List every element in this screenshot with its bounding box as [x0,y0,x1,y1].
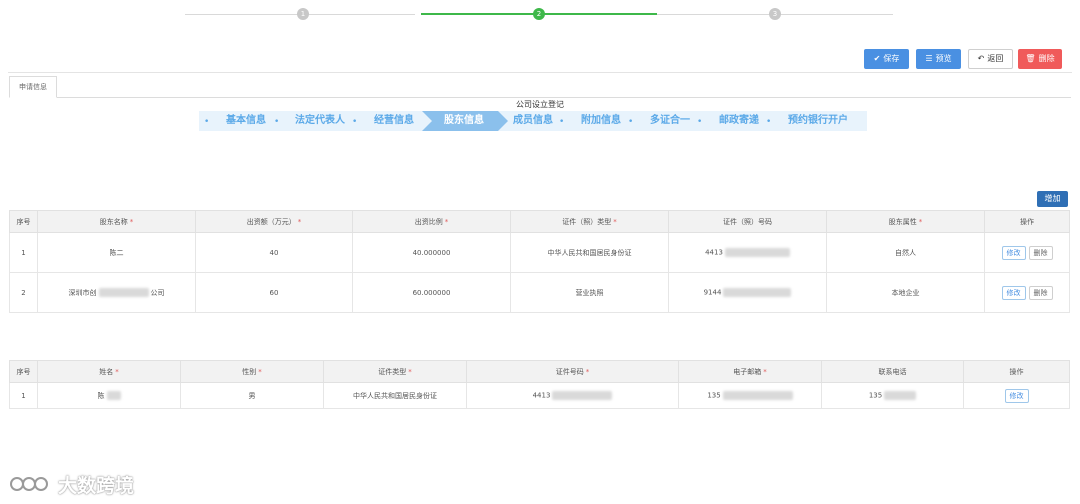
column-header: 电子邮箱 * [678,360,822,383]
process-separator: • [766,117,772,127]
cell-attr: 本地企业 [826,272,985,313]
table-header-row: 序号 股东名称 * 出资额（万元） * 出资比例 * 证件（照）类型 * 证件（照）号码… [9,210,1070,233]
preview-button[interactable]: ☰ 预览 [916,49,961,69]
cell-ratio: 40.000000 [352,232,511,273]
process-separator: • [628,117,634,127]
process-separator: • [559,117,565,127]
cell-name: 陈二 [37,232,196,273]
members-table: 序号 姓名 * 性别 * 证件类型 * 证件号码 * 电子邮箱 * 联系电话 操作 1 陈… [9,360,1070,409]
redacted-mask [722,391,793,400]
column-header: 证件类型 * [323,360,467,383]
cell-no: 2 [9,272,38,313]
cell-actions: 修改 [963,382,1070,409]
column-header: 性别 * [180,360,324,383]
cell-no: 1 [9,232,38,273]
cell-id-no: 4413 [668,232,827,273]
undo-icon: ↶ [977,54,985,63]
column-header: 出资比例 * [352,210,511,233]
redacted-mask [98,288,149,297]
cell-id-no: 4413 [466,382,679,409]
progress-stepper: 1 2 3 [0,0,1080,30]
trash-icon: 🗑 [1025,54,1036,63]
back-button[interactable]: ↶ 返回 [968,49,1013,69]
column-header: 股东名称 * [37,210,196,233]
process-item-business[interactable]: 经营信息 [374,111,414,131]
process-item-additional[interactable]: 附加信息 [581,111,621,131]
cell-no: 1 [9,382,38,409]
cell-actions: 修改 删除 [984,272,1070,313]
column-header: 序号 [9,210,38,233]
cell-id-type: 中华人民共和国居民身份证 [510,232,669,273]
edit-button[interactable]: 修改 [1001,285,1026,300]
step-3-dot: 3 [769,8,781,20]
shareholders-table: 序号 股东名称 * 出资额（万元） * 出资比例 * 证件（照）类型 * 证件（照）号码… [9,210,1070,313]
delete-button[interactable]: 🗑 删除 [1018,49,1062,69]
watermark-logo-icon [10,477,48,491]
process-separator: • [697,117,703,127]
process-separator: • [274,117,280,127]
cell-gender: 男 [180,382,324,409]
cell-email: 135 [678,382,822,409]
process-item-legal-rep[interactable]: 法定代表人 [295,111,345,131]
cell-actions: 修改 删除 [984,232,1070,273]
process-item-basic[interactable]: 基本信息 [226,111,266,131]
table-row: 1 陈二 40 40.000000 中华人民共和国居民身份证 4413 自然人 … [9,232,1070,273]
cell-amount: 60 [195,272,353,313]
edit-button[interactable]: 修改 [1001,245,1026,260]
redacted-mask [106,391,121,400]
step-2-dot: 2 [533,8,545,20]
cell-name: 深圳市创 公司 [37,272,196,313]
process-item-members[interactable]: 成员信息 [513,111,553,131]
process-item-shareholders[interactable]: 股东信息 [422,111,508,131]
process-item-bank[interactable]: 预约银行开户 [788,111,848,131]
column-header: 联系电话 [821,360,964,383]
list-icon: ☰ [925,54,933,63]
column-header: 证件号码 * [466,360,679,383]
cell-amount: 40 [195,232,353,273]
cell-ratio: 60.000000 [352,272,511,313]
add-shareholder-button[interactable]: 增加 [1037,191,1068,207]
column-header: 序号 [9,360,38,383]
tab-application-info[interactable]: 申请信息 [9,76,57,98]
column-header: 证件（照）类型 * [510,210,669,233]
divider [8,72,1072,73]
cell-id-no: 9144 [668,272,827,313]
column-header: 操作 [963,360,1070,383]
watermark: 大数跨境 [8,470,134,498]
cell-name: 陈 [37,382,181,409]
cell-id-type: 营业执照 [510,272,669,313]
redacted-mask [884,391,917,400]
column-header: 姓名 * [37,360,181,383]
process-item-postal[interactable]: 邮政寄递 [719,111,759,131]
step-1-dot: 1 [297,8,309,20]
redacted-mask [723,288,792,297]
form-title: 公司设立登记 [516,100,564,109]
cell-phone: 135 [821,382,964,409]
delete-row-button[interactable]: 删除 [1028,285,1053,300]
table-header-row: 序号 姓名 * 性别 * 证件类型 * 证件号码 * 电子邮箱 * 联系电话 操作 [9,360,1070,383]
table-row: 2 深圳市创 公司 60 60.000000 营业执照 9144 本地企业 修改删… [9,272,1070,313]
edit-button[interactable]: 修改 [1004,388,1029,403]
cell-attr: 自然人 [826,232,985,273]
table-row: 1 陈 男 中华人民共和国居民身份证 4413 135 135 修改 [9,382,1070,409]
column-header: 证件（照）号码 [668,210,827,233]
tab-divider [9,97,1071,98]
cell-id-type: 中华人民共和国居民身份证 [323,382,467,409]
column-header: 股东属性 * [826,210,985,233]
column-header: 出资额（万元） * [195,210,353,233]
process-item-multi-cert[interactable]: 多证合一 [650,111,690,131]
redacted-mask [724,248,790,257]
redacted-mask [552,391,613,400]
check-icon: ✔ [873,54,881,63]
process-separator: • [352,117,358,127]
delete-row-button[interactable]: 删除 [1028,245,1053,260]
save-button[interactable]: ✔ 保存 [864,49,909,69]
process-separator: • [204,117,210,127]
column-header: 操作 [984,210,1070,233]
